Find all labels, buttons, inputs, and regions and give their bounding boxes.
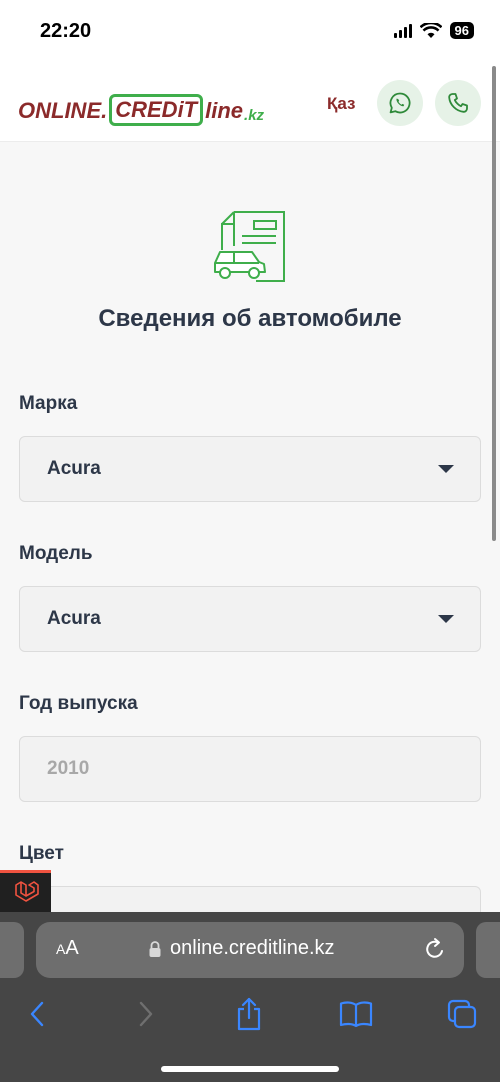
tabs-button[interactable]	[442, 994, 482, 1034]
laravel-icon	[14, 880, 39, 902]
browser-toolbar: AA online.creditline.kz	[0, 912, 500, 1082]
home-indicator[interactable]	[161, 1066, 339, 1072]
chevron-right-icon	[139, 1001, 153, 1027]
make-label: Марка	[19, 393, 78, 414]
page-scrollbar[interactable]	[492, 66, 496, 541]
cellular-signal-icon	[393, 23, 412, 38]
book-icon	[339, 1001, 373, 1028]
laravel-debugbar-badge[interactable]	[0, 870, 51, 912]
tabs-icon	[447, 999, 477, 1029]
logo-text-credit: CREDiT	[109, 94, 204, 126]
back-button[interactable]	[17, 994, 57, 1034]
forward-button[interactable]	[126, 994, 166, 1034]
chevron-down-icon	[438, 615, 454, 623]
status-bar: 22:20 96	[0, 0, 500, 62]
share-button[interactable]	[229, 994, 269, 1034]
bookmarks-button[interactable]	[336, 994, 376, 1034]
logo-text-kz: .kz	[244, 107, 265, 124]
car-document-icon	[214, 211, 285, 282]
status-icons: 96	[393, 22, 474, 39]
year-input-placeholder: 2010	[47, 758, 90, 779]
browser-nav-toolbar	[0, 994, 500, 1044]
status-time: 22:20	[40, 20, 92, 42]
model-label: Модель	[19, 543, 93, 564]
model-select-value: Acura	[47, 608, 101, 629]
wifi-icon	[419, 22, 442, 38]
phone-icon	[448, 93, 468, 113]
page-title: Сведения об автомобиле	[98, 305, 402, 332]
chevron-left-icon	[30, 1001, 44, 1027]
text-size-button[interactable]: AA	[56, 937, 79, 960]
battery-indicator: 96	[449, 22, 474, 39]
language-switch-button[interactable]: Қаз	[327, 94, 356, 114]
year-input[interactable]: 2010	[19, 736, 481, 802]
make-select[interactable]: Acura	[19, 436, 481, 502]
next-tab-preview[interactable]	[476, 922, 500, 978]
model-select[interactable]: Acura	[19, 586, 481, 652]
make-select-value: Acura	[47, 458, 101, 479]
lock-icon	[149, 941, 161, 957]
chevron-down-icon	[438, 465, 454, 473]
previous-tab-preview[interactable]	[0, 922, 24, 978]
whatsapp-icon	[389, 92, 411, 114]
logo-text-line: line	[205, 98, 244, 123]
reload-icon[interactable]	[424, 937, 446, 961]
address-bar[interactable]: AA online.creditline.kz	[36, 922, 464, 978]
share-icon	[237, 997, 261, 1031]
site-header: ONLINE. CREDiT line .kz Қаз	[0, 62, 500, 142]
site-logo[interactable]: ONLINE. CREDiT line .kz	[18, 84, 265, 126]
phone-call-button[interactable]	[435, 80, 481, 126]
color-label: Цвет	[19, 843, 64, 864]
url-text: online.creditline.kz	[170, 937, 335, 959]
logo-text-online: ONLINE.	[18, 98, 108, 123]
year-label: Год выпуска	[19, 693, 138, 714]
whatsapp-button[interactable]	[377, 80, 423, 126]
